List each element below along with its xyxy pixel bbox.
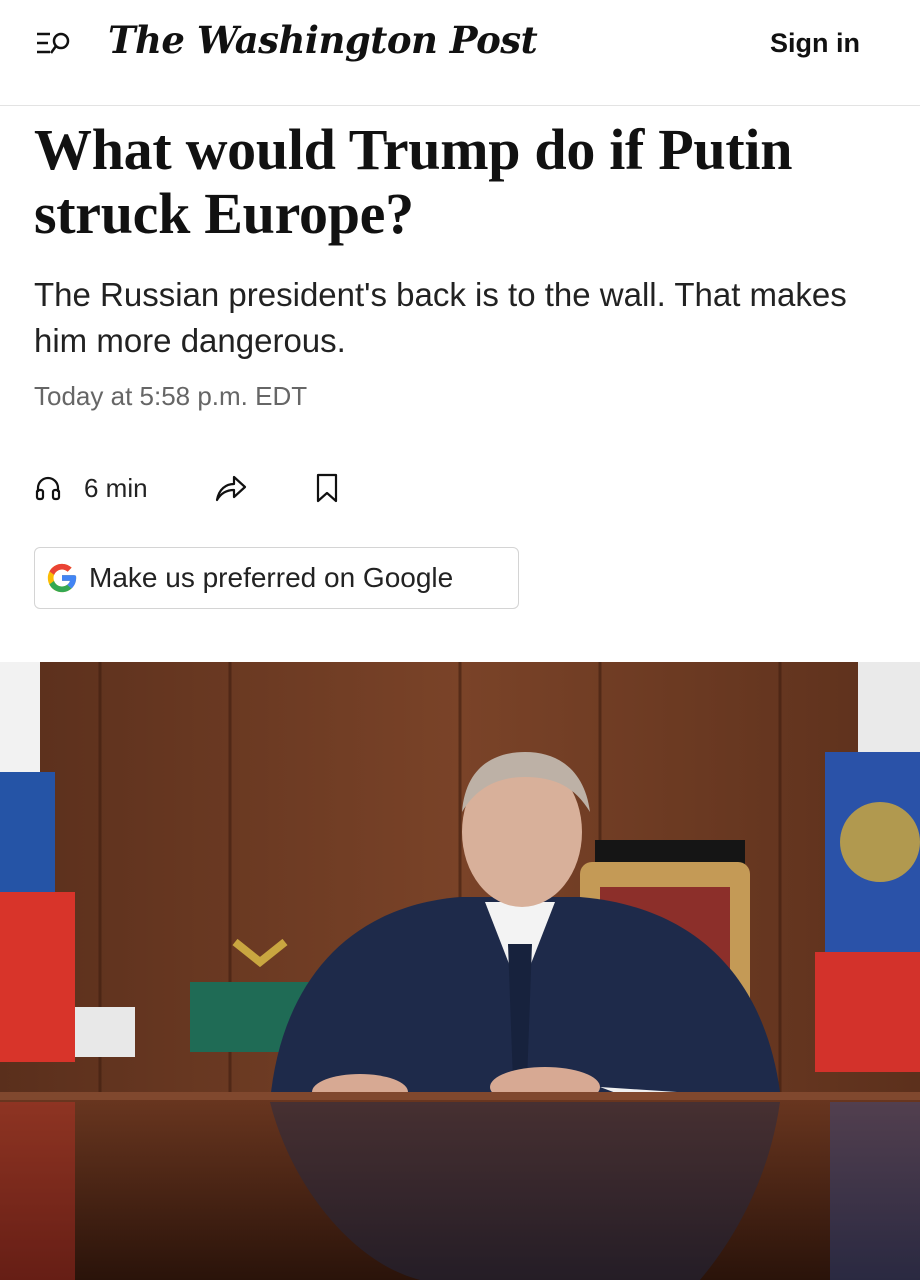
- make-preferred-on-google-button[interactable]: Make us preferred on Google: [34, 547, 519, 609]
- sign-in-button[interactable]: Sign in: [770, 28, 860, 59]
- google-button-label: Make us preferred on Google: [89, 562, 454, 593]
- google-g-icon: [47, 563, 77, 593]
- listen-button[interactable]: 6 min: [34, 468, 148, 508]
- article-headline: What would Trump do if Putin struck Euro…: [34, 117, 793, 246]
- menu-search-icon[interactable]: [36, 30, 76, 58]
- bookmark-icon[interactable]: [314, 472, 340, 504]
- masthead-logo[interactable]: The Washington Post: [108, 18, 538, 62]
- top-bar: The Washington Post Sign in: [0, 0, 920, 106]
- article-subheadline: The Russian president's back is to the w…: [34, 276, 847, 359]
- article-timestamp: Today at 5:58 p.m. EDT: [34, 381, 308, 411]
- share-icon[interactable]: [214, 472, 248, 504]
- article-actions: 6 min: [34, 468, 434, 508]
- article-lead-photo: [0, 662, 920, 1280]
- headphones-icon: [35, 476, 61, 501]
- listen-duration: 6 min: [84, 472, 148, 503]
- lead-photo-illustration: [0, 662, 920, 1280]
